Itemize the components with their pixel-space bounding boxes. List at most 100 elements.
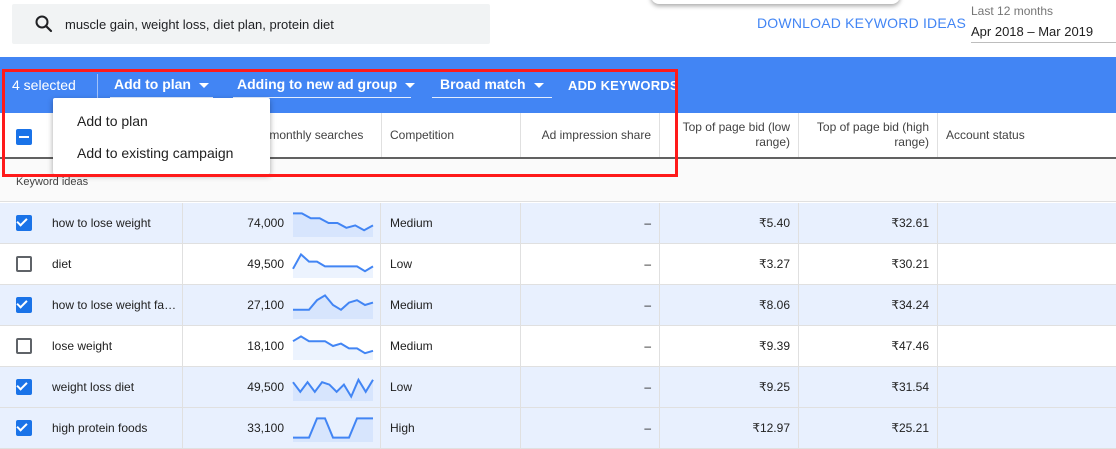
match-type-dropdown[interactable]: Broad match: [440, 76, 544, 92]
bid-high-value: ₹25.21: [891, 421, 929, 435]
monthly-searches-value: 49,500: [247, 380, 284, 394]
bid-high-cell: ₹47.46: [799, 326, 938, 366]
sparkline-area: [293, 213, 373, 237]
searches-cell: 27,100: [184, 285, 381, 325]
bid-high-cell: ₹30.21: [799, 244, 938, 284]
impression-share-cell: –: [521, 203, 660, 243]
bid-low-value: ₹3.27: [759, 257, 790, 271]
col-bid-high-label: Top of page bid (high range): [816, 120, 929, 149]
bid-low-cell: ₹8.06: [660, 285, 799, 325]
col-impression-share[interactable]: Ad impression share: [521, 113, 660, 157]
trend-sparkline: [293, 212, 374, 237]
bid-low-value: ₹8.06: [759, 298, 790, 312]
ad-group-dropdown[interactable]: Adding to new ad group: [237, 76, 416, 92]
bid-low-value: ₹12.97: [752, 421, 790, 435]
table-row[interactable]: diet 49,500 Low – ₹3.27 ₹30.21: [0, 244, 1116, 285]
menu-item-add-to-plan[interactable]: Add to plan: [77, 113, 148, 129]
checkmark-icon: [16, 297, 28, 309]
bid-high-value: ₹34.24: [891, 298, 929, 312]
add-keywords-button[interactable]: ADD KEYWORDS: [568, 78, 679, 93]
competition-value: Medium: [390, 298, 433, 312]
competition-value: Low: [390, 257, 413, 271]
impression-share-value: –: [644, 421, 651, 435]
search-icon: [35, 15, 53, 33]
caret-down-icon: [405, 82, 416, 88]
checkmark-icon: [16, 379, 28, 391]
row-checkbox[interactable]: [16, 420, 32, 436]
caret-down-icon: [199, 82, 209, 88]
bid-low-cell: ₹5.40: [660, 203, 799, 243]
row-checkbox[interactable]: [16, 297, 32, 313]
bid-high-value: ₹31.54: [891, 380, 929, 394]
row-checkbox[interactable]: [16, 379, 32, 395]
monthly-searches-value: 18,100: [247, 339, 284, 353]
searches-cell: 49,500: [184, 244, 381, 284]
impression-share-value: –: [644, 339, 651, 353]
col-bid-high[interactable]: Top of page bid (high range): [799, 113, 938, 157]
indeterminate-icon: [19, 136, 29, 138]
bid-high-cell: ₹31.54: [799, 367, 938, 407]
competition-cell: Low: [382, 367, 521, 407]
keyword-cell: weight loss diet: [0, 367, 183, 407]
row-checkbox[interactable]: [16, 215, 32, 231]
impression-share-cell: –: [521, 244, 660, 284]
col-competition[interactable]: Competition: [382, 113, 521, 157]
date-range-underline: [971, 42, 1116, 43]
impression-share-value: –: [644, 216, 651, 230]
keyword-text: weight loss diet: [52, 380, 135, 394]
table-row[interactable]: high protein foods 33,100 High – ₹12.97 ₹25.2…: [0, 408, 1116, 449]
trend-sparkline: [292, 335, 374, 360]
keyword-text: diet: [52, 257, 72, 271]
select-all-checkbox[interactable]: [16, 129, 32, 145]
competition-value: Medium: [390, 339, 433, 353]
checkmark-icon: [16, 420, 28, 432]
competition-value: High: [390, 421, 415, 435]
table-row[interactable]: weight loss diet 49,500 Low – ₹9.25 ₹31.54: [0, 367, 1116, 408]
searches-cell: 33,100: [184, 408, 381, 448]
monthly-searches-value: 27,100: [247, 298, 284, 312]
keyword-cell: diet: [0, 244, 183, 284]
bid-high-value: ₹47.46: [891, 339, 929, 353]
bid-high-cell: ₹25.21: [799, 408, 938, 448]
download-keyword-ideas-link[interactable]: DOWNLOAD KEYWORD IDEAS: [757, 15, 966, 31]
bid-high-cell: ₹34.24: [799, 285, 938, 325]
date-range-value[interactable]: Apr 2018 – Mar 2019: [971, 24, 1093, 39]
col-account-status-label: Account status: [946, 127, 1025, 142]
search-box[interactable]: muscle gain, weight loss, diet plan, pro…: [12, 4, 490, 44]
bid-high-cell: ₹32.61: [799, 203, 938, 243]
bid-low-cell: ₹9.39: [660, 326, 799, 366]
competition-cell: Medium: [382, 203, 521, 243]
popup-edge: [651, 0, 900, 4]
monthly-searches-value: 33,100: [247, 421, 284, 435]
trend-sparkline: [293, 417, 373, 442]
table-row[interactable]: lose weight 18,100 Medium – ₹9.39 ₹47.46: [0, 326, 1116, 367]
monthly-searches-value: 74,000: [247, 216, 284, 230]
bid-low-cell: ₹12.97: [660, 408, 799, 448]
search-query[interactable]: muscle gain, weight loss, diet plan, pro…: [65, 17, 334, 32]
searches-cell: 49,500: [184, 367, 381, 407]
impression-share-cell: –: [521, 408, 660, 448]
date-range-selector[interactable]: Last 12 months Apr 2018 – Mar 2019: [965, 0, 1116, 45]
match-type-label: Broad match: [440, 76, 526, 92]
add-to-plan-label: Add to plan: [114, 76, 191, 92]
keyword-planner: muscle gain, weight loss, diet plan, pro…: [0, 0, 1116, 449]
col-account-status[interactable]: Account status: [938, 113, 1116, 157]
selected-count: 4 selected: [12, 77, 76, 93]
impression-share-cell: –: [521, 367, 660, 407]
row-checkbox[interactable]: [16, 256, 32, 272]
monthly-searches-value: 49,500: [247, 257, 284, 271]
col-bid-low[interactable]: Top of page bid (low range): [660, 113, 799, 157]
group-label: Keyword ideas: [16, 176, 89, 188]
row-checkbox[interactable]: [16, 338, 32, 354]
col-bid-low-label: Top of page bid (low range): [682, 120, 790, 149]
competition-cell: Low: [382, 244, 521, 284]
table-row[interactable]: how to lose weight fa… 27,100 Medium – ₹8.06…: [0, 285, 1116, 326]
impression-share-value: –: [644, 257, 651, 271]
keyword-text: how to lose weight: [52, 216, 151, 230]
keyword-text: how to lose weight fa…: [52, 298, 177, 312]
competition-value: Medium: [390, 216, 433, 230]
add-to-plan-dropdown[interactable]: Add to plan: [114, 76, 209, 92]
keyword-cell: lose weight: [0, 326, 183, 366]
table-row[interactable]: how to lose weight 74,000 Medium – ₹5.40 ₹32.…: [0, 203, 1116, 244]
menu-item-add-to-existing-campaign[interactable]: Add to existing campaign: [77, 145, 233, 161]
